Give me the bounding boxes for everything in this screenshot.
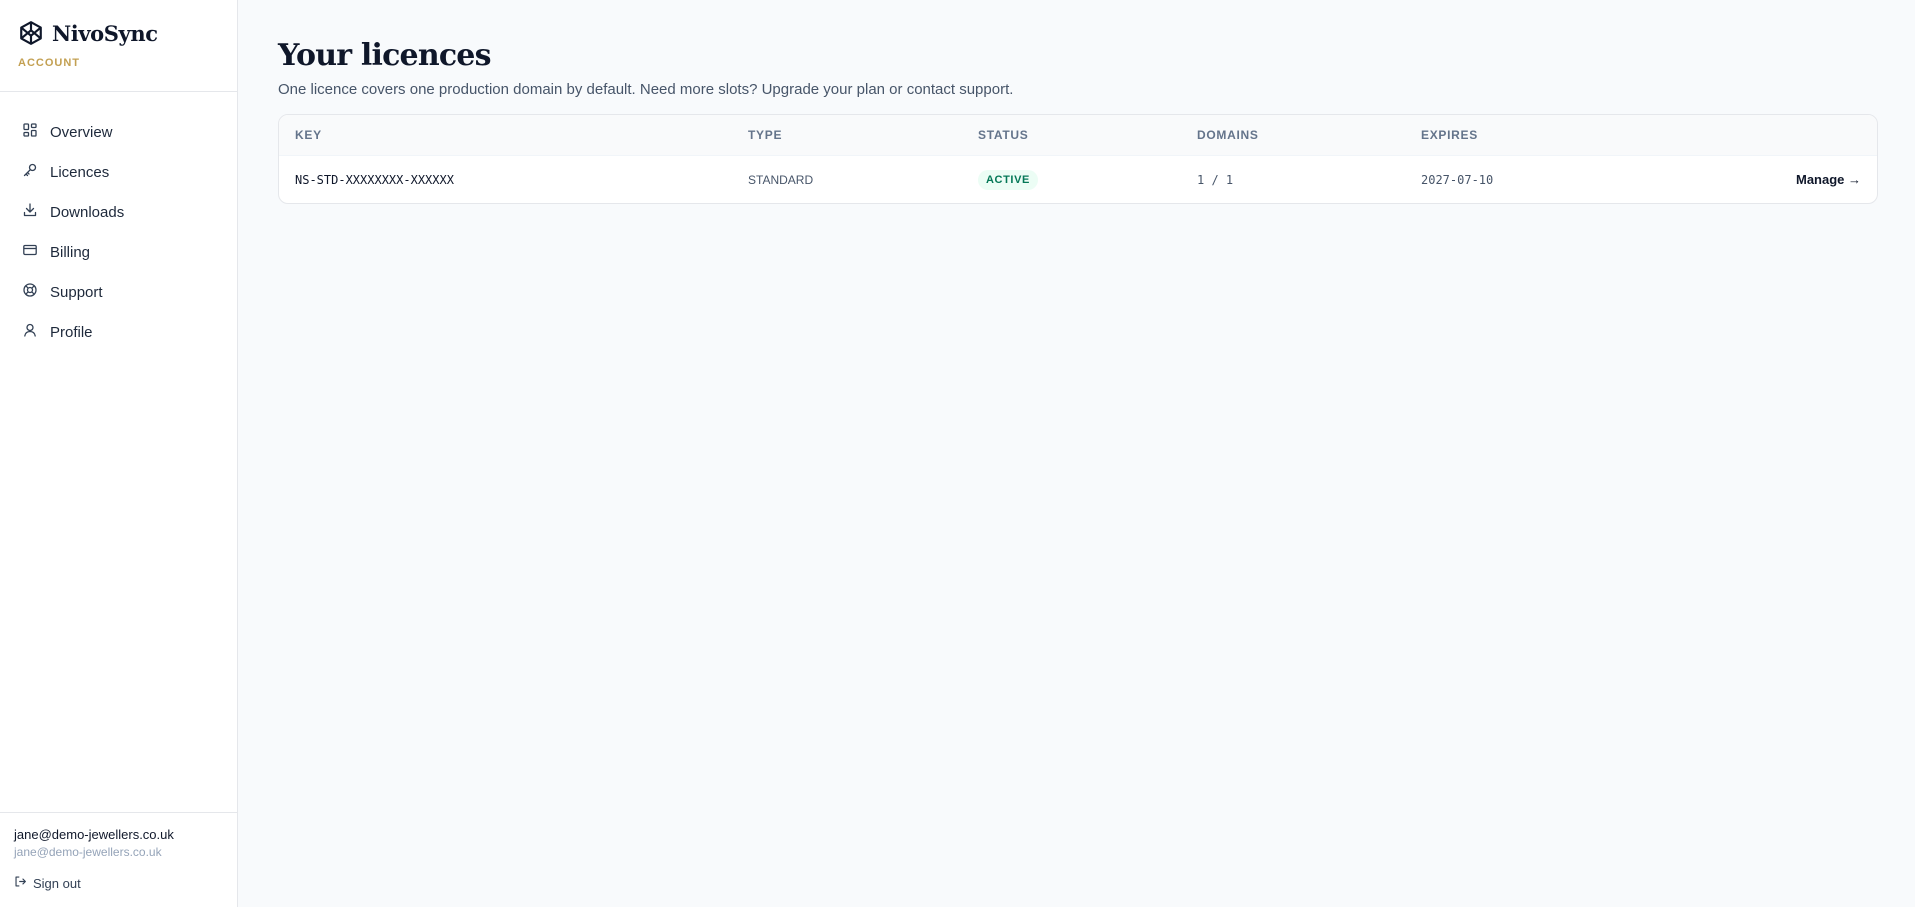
sidebar-nav: Overview Licences Downloads Billing Supp… — [0, 92, 237, 352]
sidebar-item-label: Support — [50, 283, 103, 301]
sidebar-item-billing[interactable]: Billing — [10, 232, 227, 272]
brand: NivoSync ACCOUNT — [0, 0, 237, 92]
sidebar-item-licences[interactable]: Licences — [10, 152, 227, 192]
sidebar-item-label: Profile — [50, 323, 93, 341]
user-block: jane@demo-jewellers.co.uk jane@demo-jewe… — [0, 812, 237, 907]
grid-icon — [22, 122, 38, 142]
user-icon — [22, 322, 38, 342]
status-badge: ACTIVE — [978, 169, 1038, 190]
licence-type: STANDARD — [748, 172, 814, 187]
sidebar: NivoSync ACCOUNT Overview Licences Downl… — [0, 0, 238, 907]
page-description: One licence covers one production domain… — [278, 81, 1014, 98]
licences-table: KEY TYPE STATUS DOMAINS EXPIRES NS-STD-X… — [278, 114, 1878, 204]
sign-out-button[interactable]: Sign out — [14, 875, 223, 891]
column-header-status: STATUS — [978, 128, 1029, 142]
licence-action-cell: Manage → — [1701, 171, 1861, 189]
sidebar-item-downloads[interactable]: Downloads — [10, 192, 227, 232]
column-header-type: TYPE — [748, 128, 783, 142]
user-name: jane@demo-jewellers.co.uk — [14, 827, 174, 842]
column-header-expires: EXPIRES — [1421, 128, 1478, 142]
brand-name: NivoSync — [52, 20, 158, 46]
table-row: NS-STD-XXXXXXXX-XXXXXX STANDARD ACTIVE 1… — [279, 155, 1877, 203]
column-header-key: KEY — [295, 128, 322, 142]
logout-icon — [14, 875, 27, 891]
sidebar-item-label: Licences — [50, 163, 110, 181]
sign-out-label: Sign out — [33, 875, 81, 891]
page-title: Your licences — [278, 38, 491, 73]
licence-key: NS-STD-XXXXXXXX-XXXXXX — [295, 172, 454, 187]
cube-logo-icon — [18, 20, 44, 46]
licence-status-cell: ACTIVE — [978, 169, 1197, 190]
credit-card-icon — [22, 242, 38, 262]
lifebuoy-icon — [22, 282, 38, 302]
sidebar-item-overview[interactable]: Overview — [10, 112, 227, 152]
user-email: jane@demo-jewellers.co.uk — [14, 845, 162, 859]
manage-link[interactable]: Manage → — [1796, 172, 1861, 187]
brand-subtitle: ACCOUNT — [18, 57, 80, 69]
main-content: Your licences One licence covers one pro… — [238, 0, 1915, 907]
sidebar-item-label: Billing — [50, 243, 91, 261]
licence-domains: 1 / 1 — [1197, 172, 1234, 187]
column-header-domains: DOMAINS — [1197, 128, 1259, 142]
sidebar-item-label: Overview — [50, 123, 113, 141]
table-header: KEY TYPE STATUS DOMAINS EXPIRES — [279, 115, 1877, 155]
sidebar-item-label: Downloads — [50, 203, 125, 221]
sidebar-item-support[interactable]: Support — [10, 272, 227, 312]
key-icon — [22, 162, 38, 182]
download-icon — [22, 202, 38, 222]
sidebar-item-profile[interactable]: Profile — [10, 312, 227, 352]
licence-expires: 2027-07-10 — [1421, 172, 1494, 187]
brand-logo-link[interactable]: NivoSync — [18, 20, 219, 46]
